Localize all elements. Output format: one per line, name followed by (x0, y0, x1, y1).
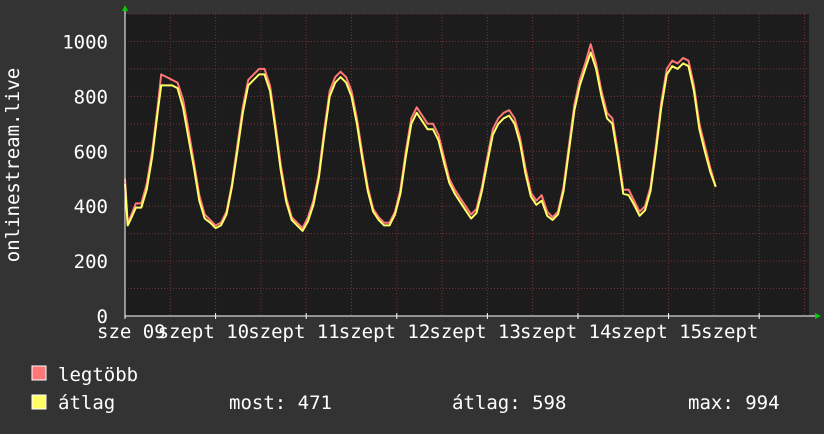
y-tick-label: 800 (74, 86, 108, 108)
legend-swatch-max (31, 365, 47, 381)
stat-max: max: 994 (688, 392, 780, 414)
legend-label-max: legtöbb (58, 364, 138, 386)
x-tick-labels: sze 09szept 10 szept 11 szept 12 szept 13 sz… (97, 321, 758, 343)
plot-area (125, 14, 809, 316)
y-tick-label: 1000 (62, 31, 108, 53)
legend-swatch-avg (31, 394, 47, 410)
stat-now: most: 471 (229, 392, 332, 414)
x-tick-label: szept (701, 321, 758, 343)
y-axis-label: onlinestream.live (2, 68, 24, 262)
chart-panel: 0 200 400 600 800 1000 sze 09 szept 10 szept 11… (0, 0, 824, 430)
stat-average: átlag: 598 (452, 392, 566, 414)
line-chart: 02004006008001000 sze 09szept 10 szept 11… (0, 0, 824, 430)
x-tick-label: szept 14 (520, 321, 612, 343)
x-tick-label: szept 13 (429, 321, 521, 343)
x-tick-label: szept 10 (158, 321, 250, 343)
y-tick-label: 600 (74, 141, 108, 163)
y-tick-label: 200 (74, 251, 108, 273)
legend-label-avg: átlag (58, 392, 115, 414)
x-tick-label: szept 15 (611, 321, 703, 343)
x-tick-label: szept 12 (339, 321, 431, 343)
x-tick-label: szept 11 (248, 321, 340, 343)
y-tick-label: 400 (74, 196, 108, 218)
x-tick-label: sze 09 (97, 321, 166, 343)
